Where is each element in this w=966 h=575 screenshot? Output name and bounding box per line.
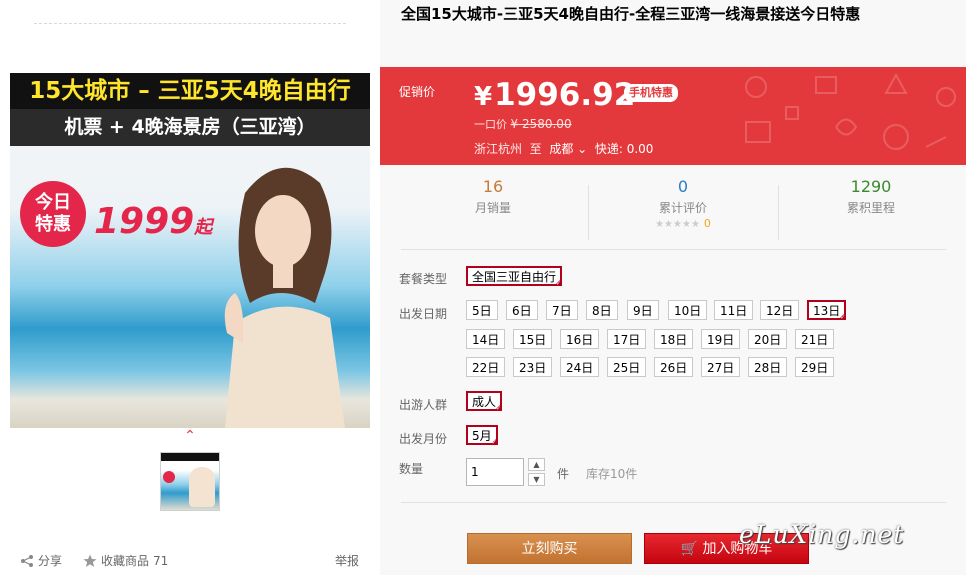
thumbnail-badge bbox=[163, 471, 175, 483]
quantity-increase-button[interactable]: ▲ bbox=[528, 458, 545, 471]
banner-line-1: 15大城市 – 三亚5天4晚自由行 bbox=[10, 73, 370, 109]
original-price: ¥ 2580.00 bbox=[510, 117, 572, 131]
promo-price-value: 1999 bbox=[94, 201, 195, 242]
date-option[interactable]: 24日 bbox=[560, 357, 600, 377]
share-label: 分享 bbox=[38, 554, 63, 568]
cart-icon: 🛒 bbox=[680, 541, 698, 557]
watermark: eLuXing.net bbox=[739, 520, 905, 549]
quantity-unit: 件 bbox=[557, 467, 570, 481]
ship-destination-select[interactable]: 成都 ⌄ bbox=[549, 142, 587, 156]
original-price-label: 一口价 bbox=[474, 118, 507, 131]
traveler-type-label: 出游人群 bbox=[399, 398, 448, 412]
stat-monthly-sales: 16 月销量 bbox=[396, 175, 590, 216]
chevron-down-icon: ⌄ bbox=[577, 142, 588, 156]
price-box: 促销价 ¥1996.92 手机特惠 一口价 ¥ 2580.00 浙江杭州 至 成… bbox=[380, 67, 966, 165]
gallery-footer: 分享 收藏商品 71 举报 bbox=[0, 552, 380, 572]
share-icon bbox=[21, 554, 33, 567]
quantity-label: 数量 bbox=[399, 462, 424, 476]
stat-mileage: 1290 累积里程 bbox=[774, 175, 966, 216]
gallery-up-arrow-icon[interactable]: ⌃ bbox=[183, 429, 197, 443]
date-option[interactable]: 15日 bbox=[513, 329, 553, 349]
date-option[interactable]: 19日 bbox=[701, 329, 741, 349]
shipping-row: 浙江杭州 至 成都 ⌄ 快递: 0.00 bbox=[474, 140, 653, 157]
stock-info: 库存10件 bbox=[586, 467, 638, 481]
quantity-input[interactable] bbox=[466, 458, 524, 486]
star-icon bbox=[83, 554, 97, 567]
main-product-image[interactable]: 15大城市 – 三亚5天4晚自由行 机票 + 4晚海景房（三亚湾） 今日特惠 1… bbox=[10, 73, 370, 428]
monthly-sales-value: 16 bbox=[482, 177, 504, 196]
product-info-panel: 全国15大城市-三亚5天4晚自由行-全程三亚湾一线海景接送今日特惠 促销价 ¥1… bbox=[380, 0, 966, 575]
ship-to-word: 至 bbox=[529, 142, 542, 156]
divider bbox=[401, 249, 946, 250]
date-option[interactable]: 9日 bbox=[627, 300, 659, 320]
review-stars: ★★★★★ 0 bbox=[586, 216, 780, 230]
date-option[interactable]: 17日 bbox=[607, 329, 647, 349]
quantity-decrease-button[interactable]: ▼ bbox=[528, 473, 545, 486]
stats-row: 16 月销量 0 累计评价 ★★★★★ 0 1290 累积里程 bbox=[380, 175, 966, 243]
shipping-fee: 快递: 0.00 bbox=[594, 142, 654, 156]
date-option[interactable]: 5日 bbox=[466, 300, 498, 320]
mobile-special-badge: 手机特惠 bbox=[624, 84, 678, 102]
favorite-label: 收藏商品 bbox=[101, 554, 150, 568]
today-special-badge: 今日特惠 bbox=[20, 181, 86, 247]
favorite-button[interactable]: 收藏商品 71 bbox=[83, 552, 168, 569]
date-option[interactable]: 11日 bbox=[714, 300, 754, 320]
ship-destination: 成都 bbox=[549, 142, 574, 156]
departure-date-label: 出发日期 bbox=[399, 307, 448, 321]
favorite-count: 71 bbox=[153, 553, 169, 568]
banner-line-2: 机票 + 4晚海景房（三亚湾） bbox=[10, 109, 370, 146]
ship-from: 浙江杭州 bbox=[474, 142, 523, 156]
date-option[interactable]: 28日 bbox=[748, 357, 788, 377]
date-option[interactable]: 23日 bbox=[513, 357, 553, 377]
decorative-pattern bbox=[745, 72, 956, 150]
stat-reviews[interactable]: 0 累计评价 ★★★★★ 0 bbox=[586, 175, 780, 230]
current-price: ¥1996.92 bbox=[474, 75, 635, 117]
date-option[interactable]: 6日 bbox=[506, 300, 538, 320]
date-option[interactable]: 27日 bbox=[701, 357, 741, 377]
buy-now-button[interactable]: 立刻购买 bbox=[467, 533, 632, 564]
departure-month-label: 出发月份 bbox=[399, 432, 448, 446]
date-option[interactable]: 8日 bbox=[586, 300, 618, 320]
model-photo bbox=[224, 167, 345, 428]
currency-symbol: ¥ bbox=[474, 82, 493, 112]
product-gallery: 15大城市 – 三亚5天4晚自由行 机票 + 4晚海景房（三亚湾） 今日特惠 1… bbox=[0, 0, 380, 575]
date-option[interactable]: 13日 bbox=[807, 300, 847, 322]
date-option[interactable]: 10日 bbox=[668, 300, 708, 320]
package-option[interactable]: 全国三亚自由行 bbox=[466, 266, 563, 288]
mileage-value: 1290 bbox=[850, 177, 892, 196]
star-rating-icon: ★★★★★ bbox=[655, 219, 700, 230]
date-option[interactable]: 18日 bbox=[654, 329, 694, 349]
thumbnail-1[interactable] bbox=[160, 452, 220, 511]
mileage-label: 累积里程 bbox=[846, 201, 895, 215]
departure-month-option[interactable]: 5月 bbox=[466, 425, 498, 447]
divider bbox=[401, 502, 946, 503]
star-count: 0 bbox=[703, 217, 711, 230]
date-option[interactable]: 7日 bbox=[546, 300, 578, 320]
date-option[interactable]: 14日 bbox=[466, 329, 506, 349]
today-special-text: 今日特惠 bbox=[35, 192, 71, 235]
share-button[interactable]: 分享 bbox=[20, 552, 62, 569]
date-option[interactable]: 16日 bbox=[560, 329, 600, 349]
reviews-label: 累计评价 bbox=[658, 201, 707, 215]
package-type-label: 套餐类型 bbox=[399, 272, 448, 286]
promo-price-label: 促销价 bbox=[399, 85, 436, 99]
reviews-value: 0 bbox=[677, 177, 689, 196]
thumbnail-model bbox=[189, 467, 215, 507]
monthly-sales-label: 月销量 bbox=[474, 201, 511, 215]
traveler-type-option[interactable]: 成人 bbox=[466, 391, 503, 413]
promo-price: 1999起 bbox=[94, 201, 212, 242]
date-option[interactable]: 26日 bbox=[654, 357, 694, 377]
report-link[interactable]: 举报 bbox=[335, 552, 359, 569]
date-option[interactable]: 21日 bbox=[795, 329, 835, 349]
date-option[interactable]: 20日 bbox=[748, 329, 788, 349]
divider bbox=[34, 23, 346, 24]
original-price-row: 一口价 ¥ 2580.00 bbox=[474, 116, 572, 132]
price-value: 1996.92 bbox=[494, 77, 636, 113]
date-option[interactable]: 29日 bbox=[795, 357, 835, 377]
date-option[interactable]: 22日 bbox=[466, 357, 506, 377]
date-option[interactable]: 12日 bbox=[760, 300, 800, 320]
product-title: 全国15大城市-三亚5天4晚自由行-全程三亚湾一线海景接送今日特惠 bbox=[401, 5, 861, 23]
date-option[interactable]: 25日 bbox=[607, 357, 647, 377]
